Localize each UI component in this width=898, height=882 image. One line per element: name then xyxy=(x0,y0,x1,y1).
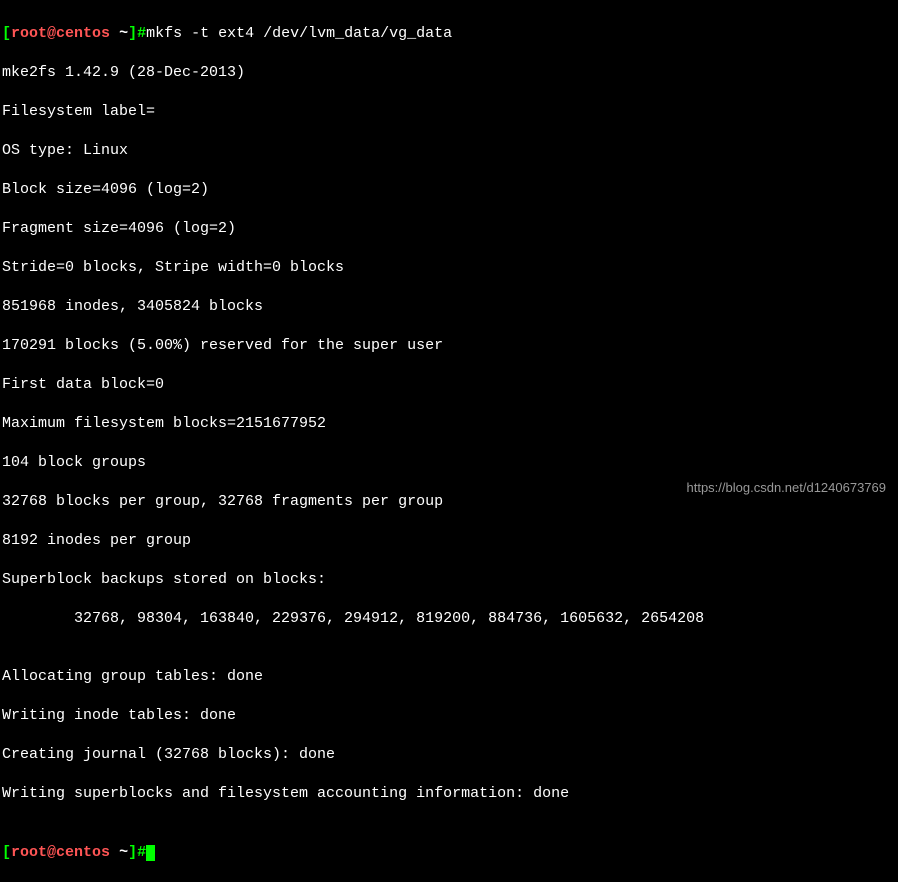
output-line: Maximum filesystem blocks=2151677952 xyxy=(2,414,896,434)
output-line: 32768, 98304, 163840, 229376, 294912, 81… xyxy=(2,609,896,629)
prompt-dir: ~ xyxy=(119,844,128,861)
prompt-space xyxy=(110,844,119,861)
watermark-text: https://blog.csdn.net/d1240673769 xyxy=(687,480,887,497)
prompt-space xyxy=(110,25,119,42)
cursor[interactable] xyxy=(146,845,155,861)
terminal-output[interactable]: [root@centos ~]#mkfs -t ext4 /dev/lvm_da… xyxy=(2,4,896,882)
output-line: 8192 inodes per group xyxy=(2,531,896,551)
prompt-hash: # xyxy=(137,25,146,42)
prompt-at: @ xyxy=(47,25,56,42)
output-line: Filesystem label= xyxy=(2,102,896,122)
prompt-user: root xyxy=(11,844,47,861)
output-line: Creating journal (32768 blocks): done xyxy=(2,745,896,765)
output-line: Superblock backups stored on blocks: xyxy=(2,570,896,590)
prompt-user: root xyxy=(11,25,47,42)
output-line: 104 block groups xyxy=(2,453,896,473)
output-line: 851968 inodes, 3405824 blocks xyxy=(2,297,896,317)
output-line: Stride=0 blocks, Stripe width=0 blocks xyxy=(2,258,896,278)
prompt-host: centos xyxy=(56,25,110,42)
prompt-close-bracket: ] xyxy=(128,844,137,861)
prompt-line: [root@centos ~]# xyxy=(2,843,896,863)
prompt-open-bracket: [ xyxy=(2,844,11,861)
prompt-at: @ xyxy=(47,844,56,861)
output-line: Fragment size=4096 (log=2) xyxy=(2,219,896,239)
output-line: Writing inode tables: done xyxy=(2,706,896,726)
prompt-hash: # xyxy=(137,844,146,861)
output-line: 170291 blocks (5.00%) reserved for the s… xyxy=(2,336,896,356)
output-line: mke2fs 1.42.9 (28-Dec-2013) xyxy=(2,63,896,83)
output-line: Allocating group tables: done xyxy=(2,667,896,687)
prompt-dir: ~ xyxy=(119,25,128,42)
command-text: mkfs -t ext4 /dev/lvm_data/vg_data xyxy=(146,25,452,42)
output-line: OS type: Linux xyxy=(2,141,896,161)
command-line: [root@centos ~]#mkfs -t ext4 /dev/lvm_da… xyxy=(2,24,896,44)
output-line: Block size=4096 (log=2) xyxy=(2,180,896,200)
prompt-close-bracket: ] xyxy=(128,25,137,42)
prompt-open-bracket: [ xyxy=(2,25,11,42)
output-line: Writing superblocks and filesystem accou… xyxy=(2,784,896,804)
output-line: First data block=0 xyxy=(2,375,896,395)
prompt-host: centos xyxy=(56,844,110,861)
